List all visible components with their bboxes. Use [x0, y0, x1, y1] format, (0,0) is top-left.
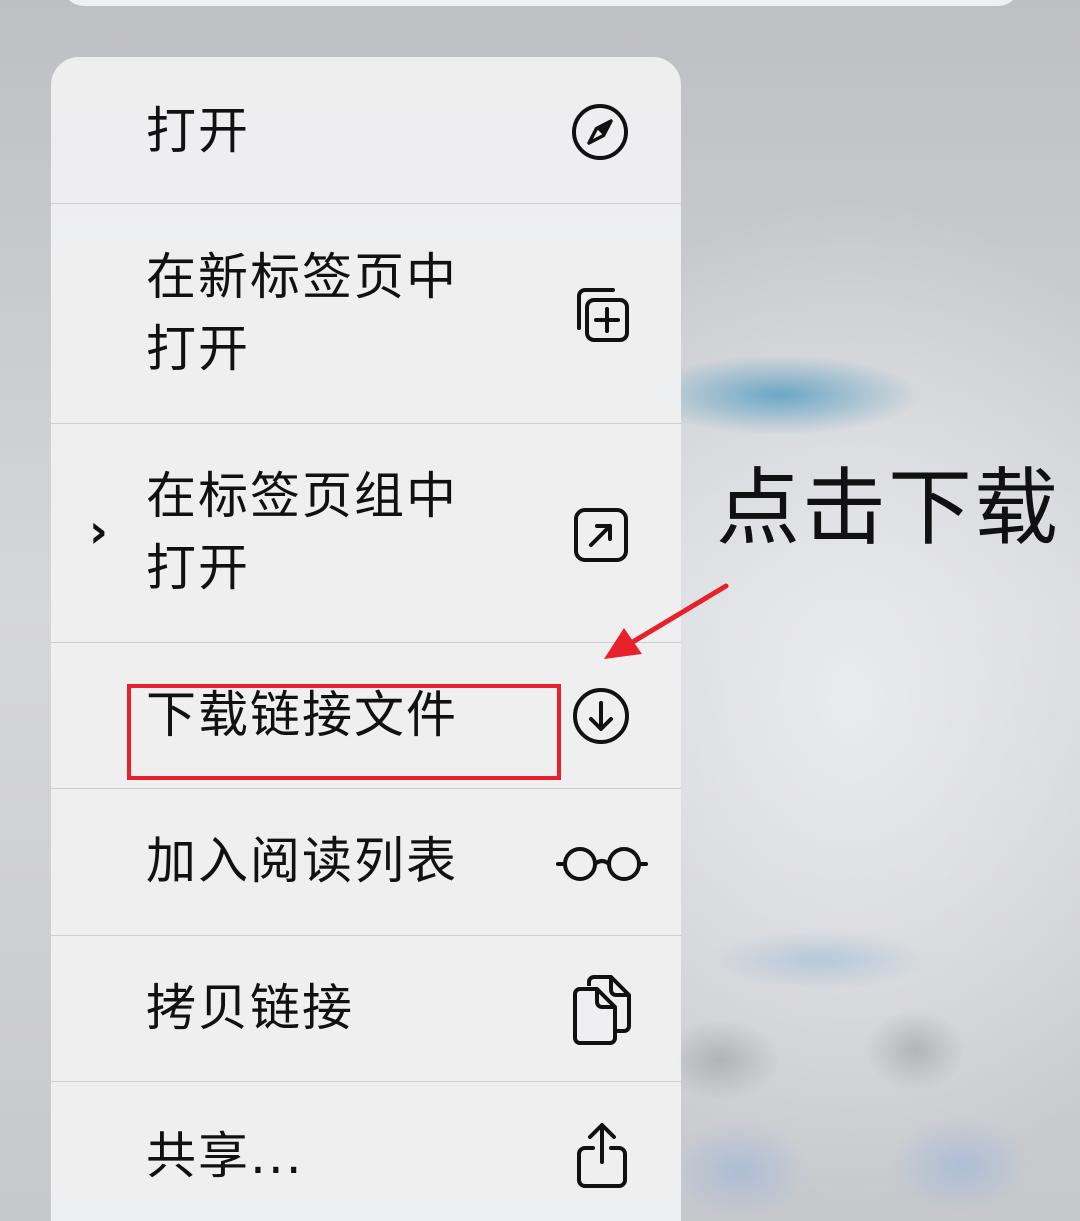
menu-item-add-to-reading-list[interactable]: 加入阅读列表 [51, 789, 681, 936]
eyeglasses-icon [556, 847, 648, 881]
share-icon [577, 1123, 627, 1188]
menu-item-share[interactable]: 共享... [51, 1082, 681, 1221]
annotation-label: 点击下载 [716, 459, 1061, 557]
menu-item-copy-link[interactable]: 拷贝链接 [51, 936, 681, 1082]
menu-item-label: 共享... [146, 1127, 304, 1185]
menu-item-open-in-new-tab[interactable]: 在新标签页中 打开 [51, 204, 681, 424]
menu-item-label: 拷贝链接 [146, 979, 354, 1037]
annotation-arrow-icon [604, 583, 729, 659]
arrow-up-right-square-icon [574, 508, 628, 562]
menu-item-label: 加入阅读列表 [146, 832, 458, 890]
arrow-down-circle-icon [573, 688, 629, 744]
background-top-card [62, 0, 1020, 6]
chevron-right-icon: › [89, 504, 108, 558]
menu-item-open[interactable]: 打开 [51, 57, 681, 204]
download-highlight-box [127, 684, 561, 780]
plus-square-on-square-icon [577, 288, 629, 342]
menu-item-label: 在标签页组中 打开 [146, 467, 458, 597]
compass-icon [572, 104, 628, 160]
menu-item-label: 在新标签页中 打开 [146, 248, 458, 378]
doc-on-doc-icon [573, 975, 631, 1045]
context-menu: 打开 在新标签页中 打开 › 在标签页组中 打开 下载链接文件 加入阅读列表 拷… [51, 57, 681, 1221]
menu-item-open-in-tab-group[interactable]: › 在标签页组中 打开 [51, 424, 681, 643]
menu-item-label: 打开 [146, 102, 250, 160]
